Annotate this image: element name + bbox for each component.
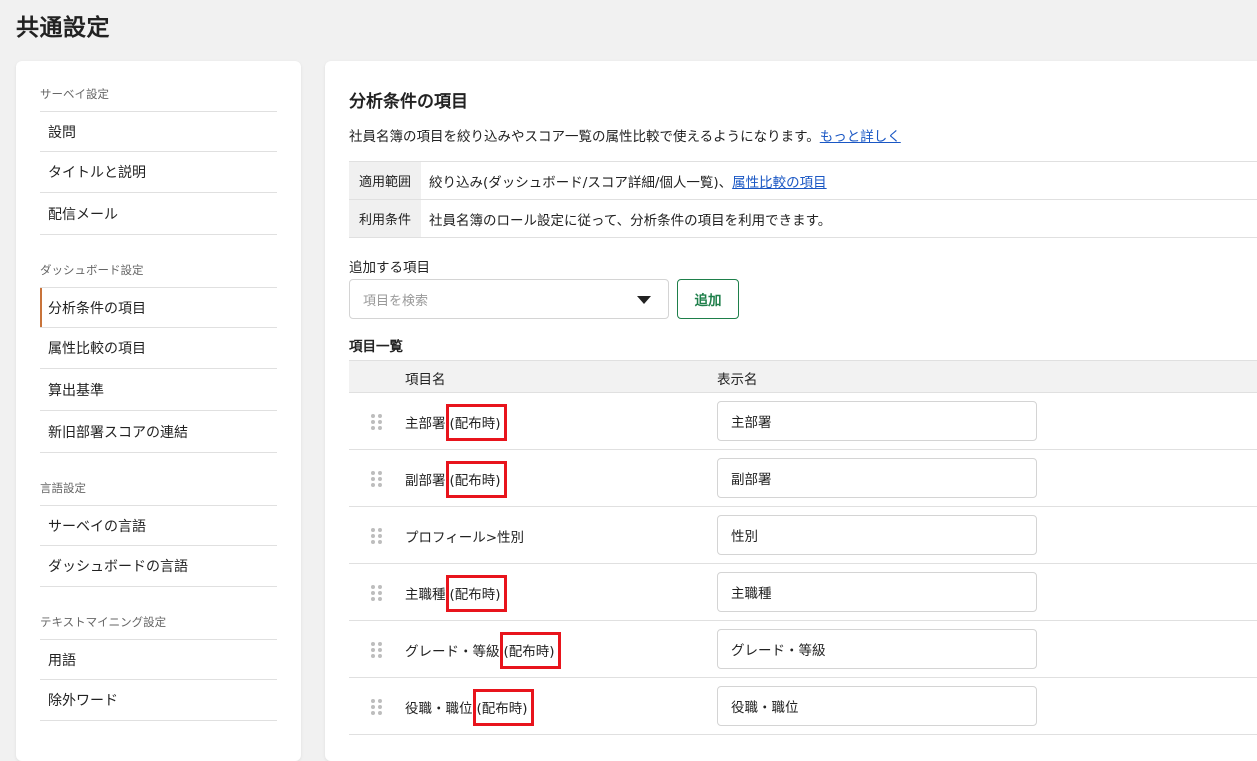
item-name-text: プロフィール>性別 bbox=[405, 530, 525, 546]
highlighted-suffix: (配布時) bbox=[445, 575, 507, 612]
item-name-text: 役職・職位 bbox=[405, 701, 473, 717]
display-name-input[interactable]: 主職種 bbox=[717, 572, 1037, 612]
info-value-scope: 絞り込み(ダッシュボード/スコア詳細/個人一覧)、 属性比較の項目 bbox=[421, 162, 1257, 199]
search-placeholder: 項目を検索 bbox=[363, 293, 429, 309]
display-name-input[interactable]: グレード・等級 bbox=[717, 629, 1037, 669]
item-name-text: 主職種 bbox=[405, 587, 446, 603]
column-header-display-name: 表示名 bbox=[717, 372, 758, 388]
info-key-conditions: 利用条件 bbox=[349, 200, 421, 237]
row-item-name: 副部署 (配布時) bbox=[405, 461, 507, 498]
description-text: 社員名簿の項目を絞り込みやスコア一覧の属性比較で使えるようになります。 bbox=[349, 129, 820, 145]
table-row: 副部署 (配布時) 副部署 bbox=[349, 450, 1257, 507]
drag-handle-icon[interactable] bbox=[371, 414, 383, 430]
item-list-title: 項目一覧 bbox=[349, 339, 403, 355]
caret-down-icon bbox=[637, 296, 651, 304]
drag-handle-icon[interactable] bbox=[371, 642, 383, 658]
display-name-input[interactable]: 性別 bbox=[717, 515, 1037, 555]
row-item-name: 主職種 (配布時) bbox=[405, 575, 507, 612]
info-table: 適用範囲 絞り込み(ダッシュボード/スコア詳細/個人一覧)、 属性比較の項目 利用… bbox=[349, 161, 1257, 238]
table-row: プロフィール>性別 性別 bbox=[349, 507, 1257, 564]
section-title: 分析条件の項目 bbox=[349, 92, 468, 112]
info-row-conditions: 利用条件 社員名簿のロール設定に従って、分析条件の項目を利用できます。 bbox=[349, 200, 1257, 238]
scope-text: 絞り込み(ダッシュボード/スコア詳細/個人一覧)、 bbox=[429, 174, 733, 191]
sidebar-item-dashboard-language[interactable]: ダッシュボードの言語 bbox=[40, 546, 277, 587]
display-name-input[interactable]: 役職・職位 bbox=[717, 686, 1037, 726]
page-title: 共通設定 bbox=[16, 15, 110, 41]
info-value-conditions: 社員名簿のロール設定に従って、分析条件の項目を利用できます。 bbox=[429, 212, 832, 229]
add-item-label: 追加する項目 bbox=[349, 260, 430, 276]
sidebar-item-excluded-words[interactable]: 除外ワード bbox=[40, 680, 277, 721]
sidebar-item-title-description[interactable]: タイトルと説明 bbox=[40, 152, 277, 193]
sidebar-item-distribution-mail[interactable]: 配信メール bbox=[40, 194, 277, 235]
display-name-input[interactable]: 主部署 bbox=[717, 401, 1037, 441]
highlighted-suffix: (配布時) bbox=[499, 632, 561, 669]
sidebar-section-survey: サーベイ設定 bbox=[40, 87, 109, 101]
row-item-name: 役職・職位 (配布時) bbox=[405, 689, 534, 726]
sidebar-item-questions[interactable]: 設問 bbox=[40, 111, 277, 152]
sidebar-section-dashboard: ダッシュボード設定 bbox=[40, 263, 144, 277]
row-item-name: グレード・等級 (配布時) bbox=[405, 632, 561, 669]
item-search-select[interactable]: 項目を検索 bbox=[349, 279, 669, 319]
display-name-input[interactable]: 副部署 bbox=[717, 458, 1037, 498]
info-key-scope: 適用範囲 bbox=[349, 162, 421, 199]
sidebar-item-department-score-link[interactable]: 新旧部署スコアの連結 bbox=[40, 412, 277, 453]
table-row: 主部署 (配布時) 主部署 bbox=[349, 393, 1257, 450]
sidebar-item-survey-language[interactable]: サーベイの言語 bbox=[40, 505, 277, 546]
table-row: 役職・職位 (配布時) 役職・職位 bbox=[349, 678, 1257, 735]
table-row: グレード・等級 (配布時) グレード・等級 bbox=[349, 621, 1257, 678]
drag-handle-icon[interactable] bbox=[371, 699, 383, 715]
item-list-table: 項目名 表示名 主部署 (配布時) 主部署 副部署 (配布時) 副部署 プロフィール… bbox=[349, 360, 1257, 735]
attribute-comparison-link[interactable]: 属性比較の項目 bbox=[732, 171, 827, 191]
sidebar-section-text-mining: テキストマイニング設定 bbox=[40, 615, 167, 629]
column-header-item-name: 項目名 bbox=[405, 372, 446, 388]
drag-handle-icon[interactable] bbox=[371, 585, 383, 601]
sidebar-item-calculation-basis[interactable]: 算出基準 bbox=[40, 370, 277, 411]
main-panel: 分析条件の項目 社員名簿の項目を絞り込みやスコア一覧の属性比較で使えるようになり… bbox=[325, 61, 1257, 761]
section-description: 社員名簿の項目を絞り込みやスコア一覧の属性比較で使えるようになります。もっと詳し… bbox=[349, 125, 901, 145]
highlighted-suffix: (配布時) bbox=[472, 689, 534, 726]
add-button[interactable]: 追加 bbox=[677, 279, 739, 319]
sidebar-item-terms[interactable]: 用語 bbox=[40, 639, 277, 680]
item-name-text: 副部署 bbox=[405, 473, 446, 489]
settings-sidebar: サーベイ設定 設問 タイトルと説明 配信メール ダッシュボード設定 分析条件の項… bbox=[16, 61, 301, 761]
drag-handle-icon[interactable] bbox=[371, 471, 383, 487]
highlighted-suffix: (配布時) bbox=[445, 404, 507, 441]
item-name-text: 主部署 bbox=[405, 416, 446, 432]
table-header: 項目名 表示名 bbox=[349, 360, 1257, 393]
highlighted-suffix: (配布時) bbox=[445, 461, 507, 498]
info-row-scope: 適用範囲 絞り込み(ダッシュボード/スコア詳細/個人一覧)、 属性比較の項目 bbox=[349, 162, 1257, 200]
table-row: 主職種 (配布時) 主職種 bbox=[349, 564, 1257, 621]
row-item-name: プロフィール>性別 bbox=[405, 526, 524, 546]
sidebar-item-attribute-comparison[interactable]: 属性比較の項目 bbox=[40, 328, 277, 369]
item-name-text: グレード・等級 bbox=[405, 644, 500, 660]
more-details-link[interactable]: もっと詳しく bbox=[820, 129, 901, 145]
sidebar-item-analysis-conditions[interactable]: 分析条件の項目 bbox=[40, 287, 277, 328]
row-item-name: 主部署 (配布時) bbox=[405, 404, 507, 441]
sidebar-section-language: 言語設定 bbox=[40, 481, 86, 495]
drag-handle-icon[interactable] bbox=[371, 528, 383, 544]
